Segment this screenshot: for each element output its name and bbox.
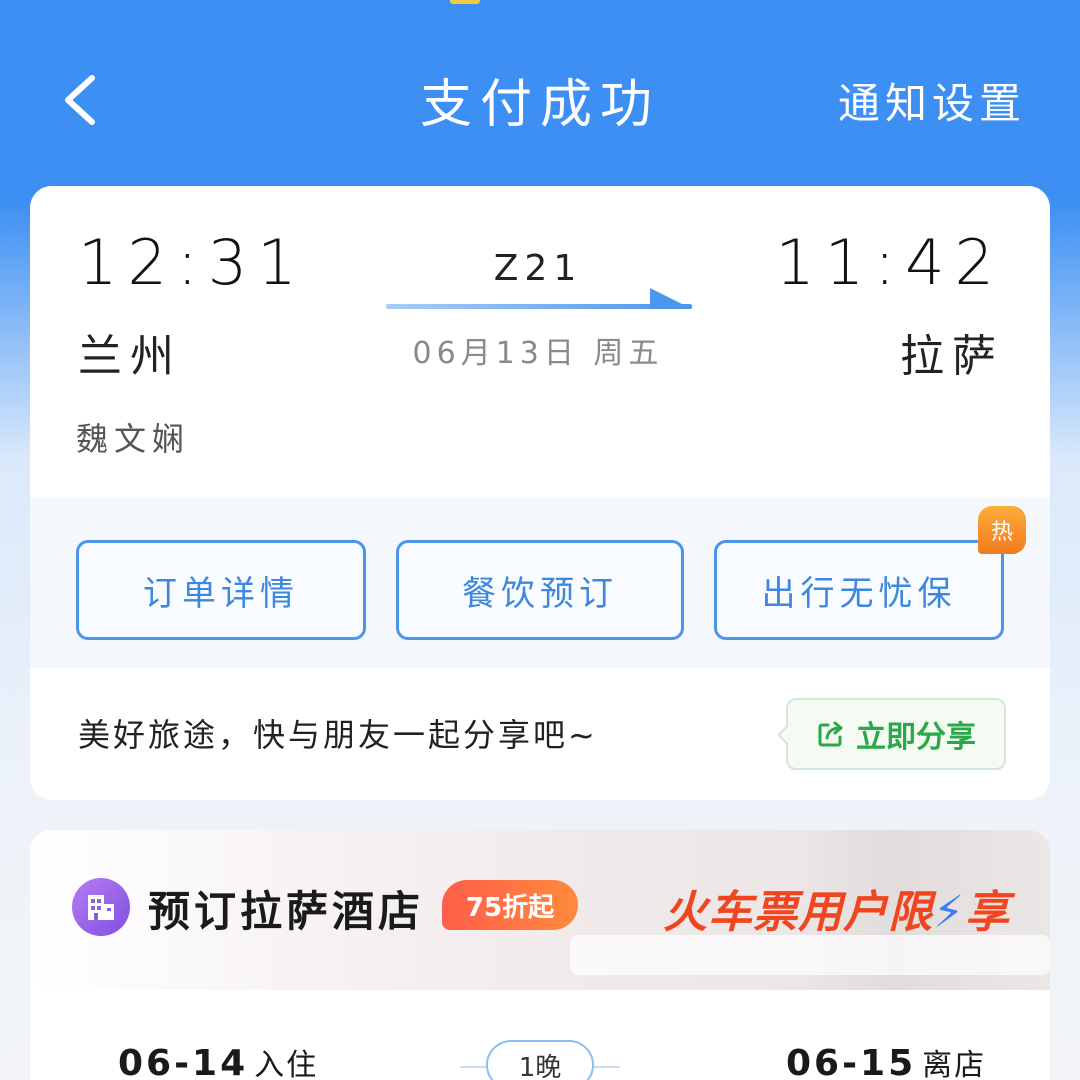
checkout-date-value: 06-15 xyxy=(786,1043,917,1080)
share-button-label: 立即分享 xyxy=(856,720,976,755)
stay-dates-panel: 06-14 入住 1晚 06-15 离店 xyxy=(30,990,1050,1080)
order-details-button[interactable]: 订单详情 xyxy=(76,540,366,640)
share-now-button[interactable]: 立即分享 xyxy=(777,698,1006,770)
checkin-label: 入住 xyxy=(254,1048,319,1080)
trip-summary: 12:31 Z21 06月13日 周五 11:42 兰州 拉萨 魏文娴 xyxy=(30,186,1050,498)
nights-count[interactable]: 1晚 xyxy=(486,1040,594,1080)
route-arrow-icon xyxy=(386,288,692,309)
travel-date: 06月13日 周五 xyxy=(412,336,664,371)
promo-text-end: 享 xyxy=(965,887,1010,938)
checkout-date[interactable]: 06-15 离店 xyxy=(786,1040,986,1080)
hotel-building-icon xyxy=(72,878,130,936)
hotel-card[interactable]: 预订拉萨酒店 75折起 火车票用户限⚡享 06-14 入住 1晚 06-15 离店 xyxy=(30,830,1050,1080)
action-buttons-row: 订单详情 餐饮预订 出行无忧保 热 xyxy=(30,498,1050,668)
status-battery-icon xyxy=(450,0,480,4)
hotel-promo-banner: 预订拉萨酒店 75折起 火车票用户限⚡享 xyxy=(30,830,1050,990)
train-number: Z21 xyxy=(493,248,583,289)
header-bar: 支付成功 通知设置 xyxy=(0,0,1080,190)
departure-city: 兰州 xyxy=(78,331,182,382)
notification-settings-button[interactable]: 通知设置 xyxy=(838,70,1026,131)
promo-slogan: 火车票用户限⚡享 xyxy=(663,876,1010,940)
checkin-date[interactable]: 06-14 入住 xyxy=(118,1040,318,1080)
passenger-name: 魏文娴 xyxy=(76,420,191,458)
banner-bed-image xyxy=(570,935,1050,975)
arrival-city: 拉萨 xyxy=(900,331,1004,382)
trip-card: 12:31 Z21 06月13日 周五 11:42 兰州 拉萨 魏文娴 订单详情… xyxy=(30,186,1050,800)
travel-insurance-button[interactable]: 出行无忧保 xyxy=(714,540,1004,640)
checkin-date-value: 06-14 xyxy=(118,1043,249,1080)
share-prompt: 美好旅途，快与朋友一起分享吧~ xyxy=(78,716,598,754)
discount-badge: 75折起 xyxy=(442,880,578,930)
hotel-section-title: 预订拉萨酒店 xyxy=(148,887,425,936)
checkout-label: 离店 xyxy=(922,1048,987,1080)
arrival-time: 11:42 xyxy=(775,226,1004,299)
hot-badge: 热 xyxy=(978,506,1026,554)
promo-text-main: 火车票用户限 xyxy=(663,887,934,938)
departure-time: 12:31 xyxy=(78,226,307,299)
meal-booking-button[interactable]: 餐饮预订 xyxy=(396,540,684,640)
share-icon xyxy=(818,721,843,747)
lightning-icon: ⚡ xyxy=(933,887,965,938)
share-row: 美好旅途，快与朋友一起分享吧~ 立即分享 xyxy=(30,668,1050,800)
